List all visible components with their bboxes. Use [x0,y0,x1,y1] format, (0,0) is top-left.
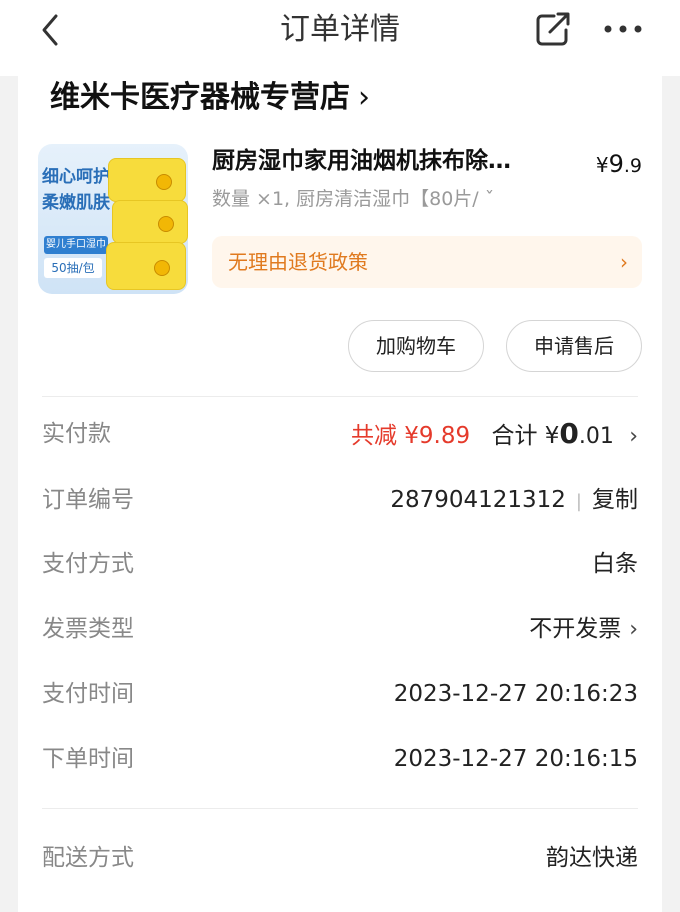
total-integer: 0 [559,417,579,450]
order-time-label: 下单时间 [42,746,134,772]
price-decimal: .9 [623,155,642,177]
thumbnail-text-line1: 细心呵护 [42,167,110,187]
after-sales-button[interactable]: 申请售后 [506,320,642,372]
divider [42,396,638,397]
chevron-right-icon: › [620,250,628,274]
product-spec[interactable]: 数量 ×1, 厨房清洁湿巾【80片/ ˇ [212,184,494,214]
invoice-type-label: 发票类型 [42,616,134,642]
wipe-pack-image [112,200,188,244]
duck-logo-icon [154,260,170,276]
order-number-row: 订单编号 287904121312 | 复制 [42,480,638,520]
price-currency: ¥ [595,153,609,177]
delivery-method-row: 配送方式 韵达快递 [42,838,638,878]
order-time-row: 下单时间 2023-12-27 20:16:15 [42,739,638,779]
return-policy-label: 无理由退货政策 [228,250,368,274]
product-thumbnail[interactable]: 细心呵护 柔嫩肌肤 婴儿手口湿巾 50抽/包 [38,144,188,294]
copy-button[interactable]: 复制 [592,487,638,513]
order-number-value: 287904121312 | 复制 [390,480,638,522]
total-prefix: 合计 ¥ [491,423,560,449]
return-policy-banner[interactable]: 无理由退货政策 › [212,236,642,288]
separator: | [575,491,582,512]
price-integer: 9 [608,150,624,178]
paid-amount-row[interactable]: 实付款 共减 ¥9.89 合计 ¥0.01 › [42,414,638,454]
payment-time-row: 支付时间 2023-12-27 20:16:23 [42,674,638,714]
payment-method-value: 白条 [592,551,638,577]
wipe-pack-image [108,158,186,202]
paid-amount-label: 实付款 [42,421,111,447]
thumbnail-count-tag: 50抽/包 [44,258,102,278]
add-to-cart-button[interactable]: 加购物车 [348,320,484,372]
delivery-method-value: 韵达快递 [546,845,638,871]
payment-time-value: 2023-12-27 20:16:23 [393,681,638,707]
discount-amount: 共减 ¥9.89 [350,423,471,449]
duck-logo-icon [156,174,172,190]
order-number-label: 订单编号 [42,487,134,513]
payment-method-row: 支付方式 白条 [42,544,638,584]
chevron-right-icon: › [358,80,370,115]
order-card: 维米卡医疗器械专营店 › 细心呵护 柔嫩肌肤 婴儿手口湿巾 50抽/包 厨房湿巾… [18,66,662,912]
chevron-right-icon: › [629,424,638,449]
product-name[interactable]: 厨房湿巾家用油烟机抹布除… [212,144,572,178]
shop-name-link[interactable]: 维米卡医疗器械专营店 › [50,78,370,118]
divider [42,808,638,809]
share-icon[interactable] [534,10,572,48]
duck-logo-icon [158,216,174,232]
more-options-icon[interactable] [602,16,644,42]
invoice-type-row[interactable]: 发票类型 不开发票 › [42,609,638,649]
page-title: 订单详情 [280,12,400,47]
order-number: 287904121312 [390,487,566,513]
paid-amount-value: 共减 ¥9.89 合计 ¥0.01 › [351,414,638,457]
payment-time-label: 支付时间 [42,681,134,707]
invoice-type: 不开发票 [529,616,622,642]
wipe-pack-image [106,242,186,290]
chevron-right-icon: › [629,617,638,642]
shop-name: 维米卡医疗器械专营店 [50,80,350,115]
order-time-value: 2023-12-27 20:16:15 [393,746,638,772]
delivery-method-label: 配送方式 [42,845,134,871]
total-decimal: .01 [578,424,614,449]
thumbnail-tag: 婴儿手口湿巾 [44,236,108,254]
top-nav-bar: 订单详情 [0,0,680,76]
thumbnail-text-line2: 柔嫩肌肤 [42,193,110,213]
invoice-type-value: 不开发票 › [529,609,638,650]
payment-method-label: 支付方式 [42,551,134,577]
product-price: ¥9.9 [596,150,642,180]
